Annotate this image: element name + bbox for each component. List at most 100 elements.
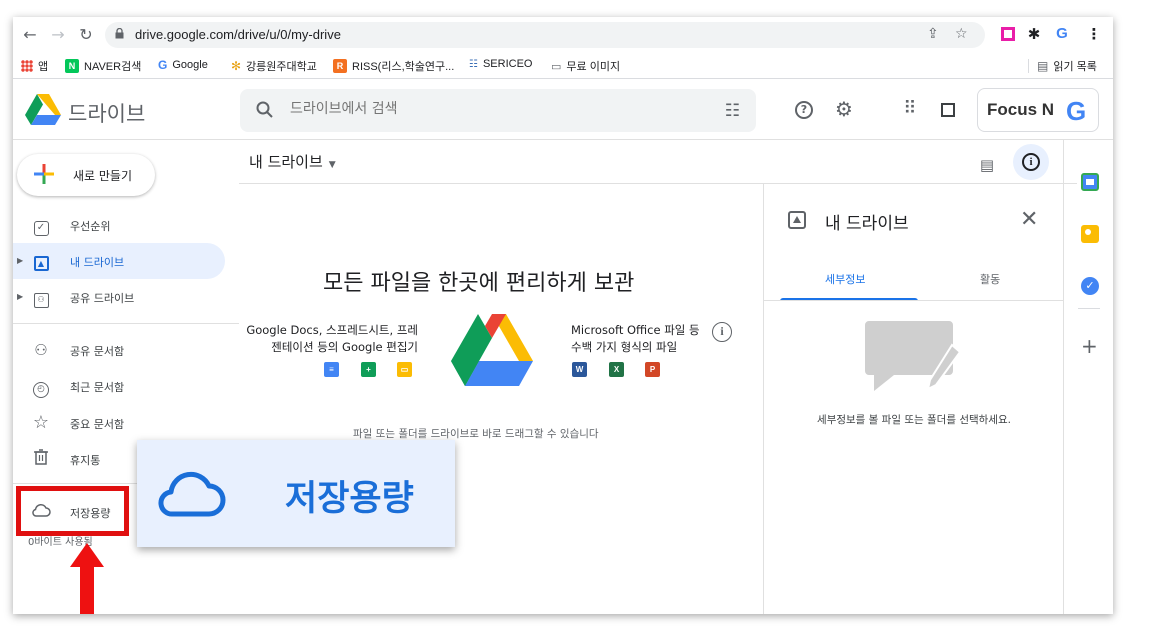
star-icon: ☆ [32,412,50,433]
search-input[interactable] [290,101,690,117]
extension-square-icon[interactable] [999,25,1017,43]
expand-caret-icon[interactable]: ▶ [17,292,23,301]
excel-icon: X [609,362,624,377]
info-button[interactable]: i [1013,144,1049,180]
reload-icon[interactable]: ↻ [75,24,97,46]
slides-icon: ▭ [397,362,412,377]
sidebar-item-shared-with-me[interactable]: ⚇ 공유 문서함 [13,332,225,368]
bookmark-naver[interactable]: N NAVER검색 [65,58,141,74]
my-drive-icon: ▲ [31,251,51,271]
list-view-icon[interactable]: ▤ [976,154,998,176]
trash-icon [31,449,51,469]
shared-drive-icon: ⚇ [31,287,51,308]
details-empty-message: 세부정보를 볼 파일 또는 폴더를 선택하세요. [817,414,1011,426]
empty-state-heading: 모든 파일을 한곳에 편리하게 보관 [323,271,635,296]
clock-icon: ◴ [31,376,51,398]
search-bar[interactable]: ☷ [240,89,756,132]
google-account-icon: G [1066,96,1087,126]
expand-caret-icon[interactable]: ▶ [17,256,23,265]
sidebar-divider [13,323,239,324]
sidebar-item-starred[interactable]: ☆ 중요 문서함 [13,405,225,441]
account-org-logo: Focus N [987,100,1055,119]
powerpoint-icon: P [645,362,660,377]
sidebar-item-priority[interactable]: ✓ 우선순위 [13,207,225,243]
new-button[interactable]: 새로 만들기 [17,154,155,196]
apps-grid-icon[interactable]: ⠿ [899,98,921,120]
reading-list-icon: ▤ [1028,59,1048,73]
office-files-description: Microsoft Office 파일 등 수백 가지 형식의 파일 [571,323,700,354]
extensions-puzzle-icon[interactable]: ✱ [1025,25,1043,43]
info-icon[interactable]: i [712,322,732,342]
page-title[interactable]: 내 드라이브 ▼ [249,151,336,172]
university-icon: ✻ [231,59,242,73]
share-icon[interactable]: ⇪ [927,26,939,42]
bookmark-star-icon[interactable]: ☆ [955,26,968,42]
sheets-icon: + [361,362,376,377]
bookmark-google[interactable]: G Google [158,58,208,72]
docs-icon: ≡ [324,362,339,377]
help-icon[interactable]: ? [793,99,815,121]
bookmark-free-images[interactable]: ▭ 무료 이미지 [551,58,620,74]
reading-list[interactable]: ▤ 읽기 목록 [1028,58,1097,74]
drive-brand[interactable]: 드라이브 [68,98,145,128]
back-arrow-icon[interactable]: ← [19,24,41,46]
cloud-icon [158,471,226,517]
chevron-down-icon: ▼ [328,160,336,170]
square-icon[interactable] [937,99,959,121]
address-bar[interactable]: drive.google.com/drive/u/0/my-drive ⇪ ☆ [105,22,985,48]
bookmark-apps[interactable]: 앱 [21,58,48,74]
riss-icon: R [333,59,347,73]
tab-activity[interactable]: 활동 [980,271,1000,287]
drive-logo-icon[interactable] [25,94,61,126]
browser-window: ← → ↻ drive.google.com/drive/u/0/my-driv… [13,17,1113,614]
speech-bubble-pencil-icon [865,321,962,391]
info-icon: i [1022,153,1040,171]
sidebar-item-my-drive[interactable]: ▶ ▲ 내 드라이브 [13,243,225,279]
folder-icon: ▭ [551,60,562,73]
priority-check-icon: ✓ [31,215,51,236]
google-editors-description: Google Docs, 스프레드시트, 프레젠테이션 등의 Google 편집… [246,323,418,354]
plus-icon [34,164,54,184]
bookmark-sericeo[interactable]: ☷ SERICEO [469,58,532,70]
url-text: drive.google.com/drive/u/0/my-drive [135,27,341,42]
keep-icon[interactable] [1081,225,1099,243]
sidebar-item-shared-drives[interactable]: ▶ ⚇ 공유 드라이브 [13,279,225,315]
drive-logo-icon [451,314,533,386]
bookmark-riss[interactable]: R RISS(리스,학술연구... [333,58,454,74]
storage-zoom-callout: 저장용량 [137,440,455,547]
lock-icon [115,28,124,39]
word-icon: W [572,362,587,377]
account-chip[interactable]: Focus N G [977,88,1099,132]
side-apps-rail: ✓ + [1063,140,1113,614]
new-button-label: 새로 만들기 [73,169,133,183]
apps-grid-icon [21,60,33,72]
bookmark-university[interactable]: ✻ 강릉원주대학교 [231,58,317,74]
bookmarks-bar: 앱 N NAVER검색 G Google ✻ 강릉원주대학교 R RISS(리스… [13,53,1113,79]
google-extension-icon[interactable]: G [1053,25,1071,43]
browser-toolbar: ← → ↻ drive.google.com/drive/u/0/my-driv… [13,17,1113,53]
storage-highlight-box [16,486,129,536]
people-icon: ⚇ [34,341,48,359]
drag-hint-text: 파일 또는 폴더를 드라이브로 바로 드래그할 수 있습니다 [353,428,599,440]
close-icon[interactable]: ✕ [1020,207,1038,232]
red-up-arrow-icon [70,543,104,614]
rail-divider [1078,308,1100,309]
callout-label: 저장용량 [285,479,414,519]
calendar-icon[interactable] [1081,173,1099,191]
details-panel: 내 드라이브 ✕ 세부정보 활동 세부정보를 볼 파일 또는 폴더를 선택하세요… [763,183,1064,614]
more-vert-icon[interactable]: ⋮ [1085,25,1103,43]
tasks-icon[interactable]: ✓ [1081,277,1099,295]
search-icon[interactable] [255,100,275,120]
add-addon-icon[interactable]: + [1081,334,1098,358]
naver-icon: N [65,59,79,73]
tab-divider [764,300,1064,301]
sericeo-icon: ☷ [469,58,478,70]
gear-icon[interactable]: ⚙ [833,98,855,120]
search-options-icon[interactable]: ☷ [725,101,740,121]
google-icon: G [158,58,168,72]
tab-details[interactable]: 세부정보 [825,271,865,287]
sidebar-item-recent[interactable]: ◴ 최근 문서함 [13,368,225,404]
my-drive-icon [788,211,806,229]
details-title: 내 드라이브 [825,214,909,234]
forward-arrow-icon[interactable]: → [47,24,69,46]
